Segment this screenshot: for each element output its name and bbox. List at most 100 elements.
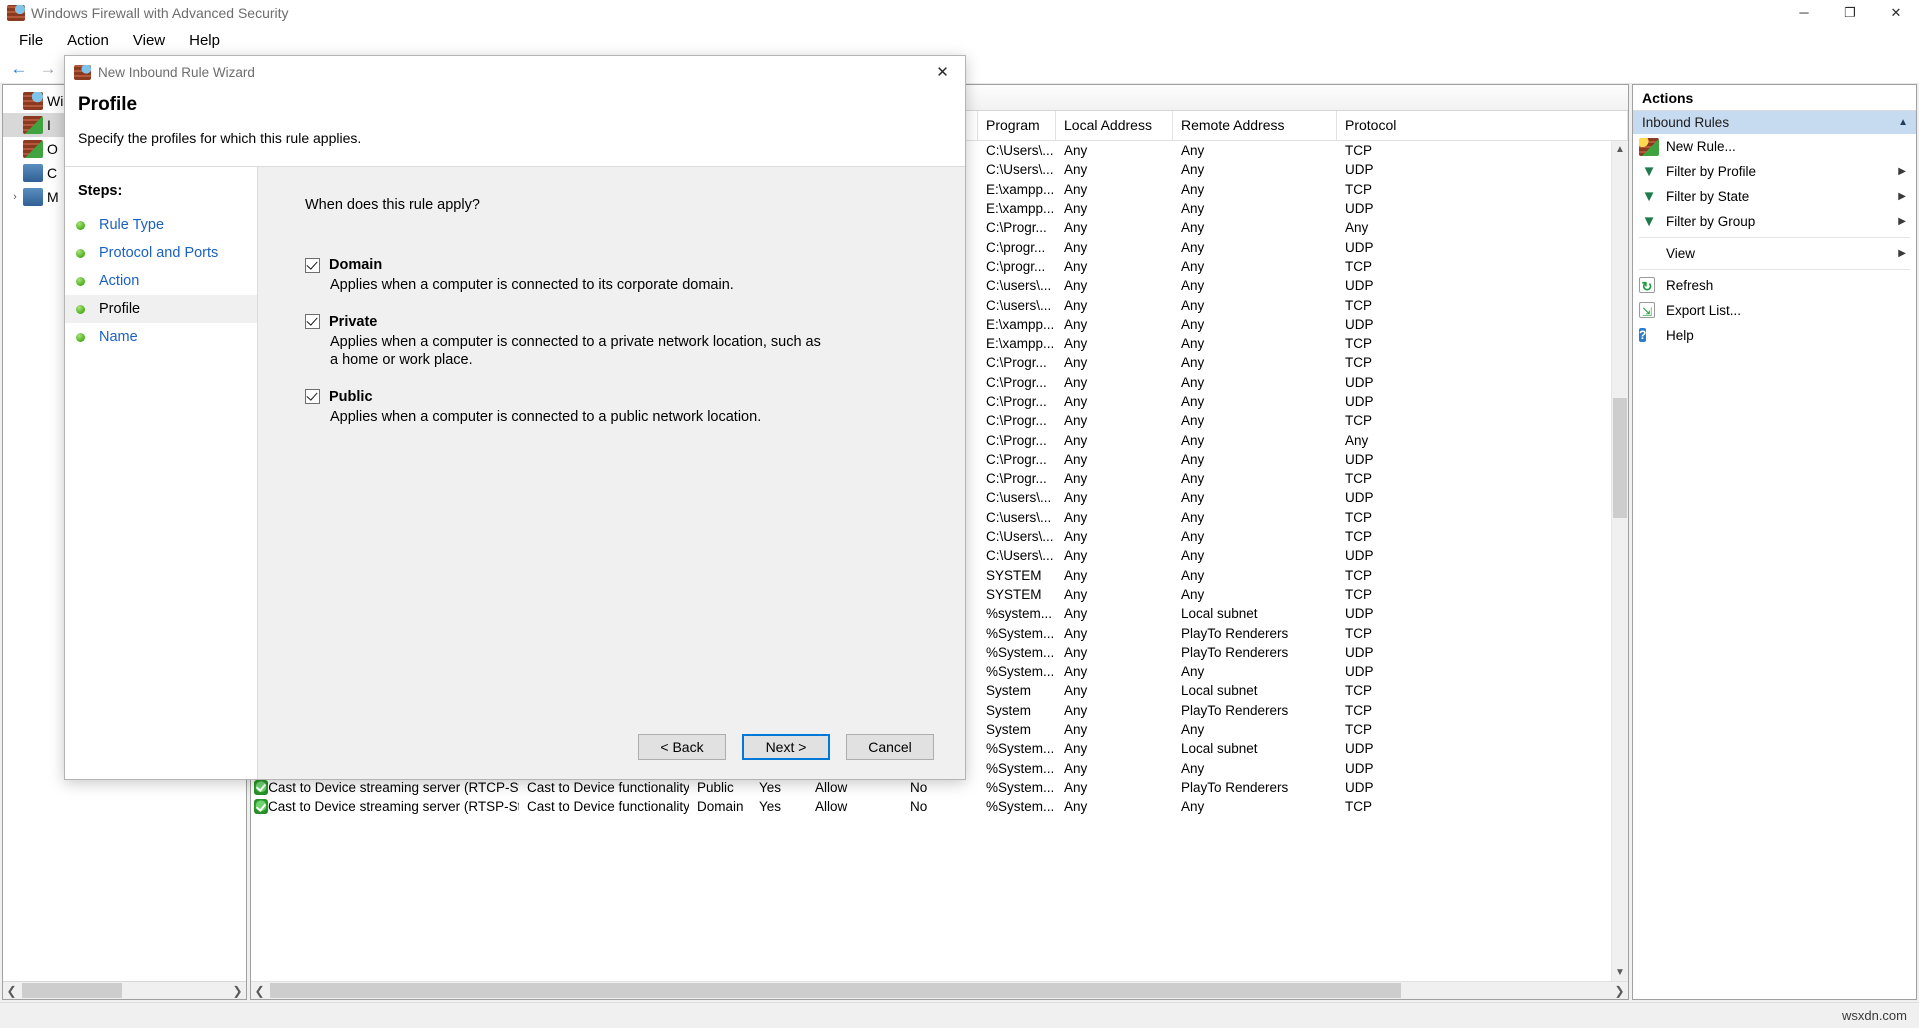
cell-protocol: TCP — [1345, 799, 1372, 815]
cell-local-address: Any — [1064, 239, 1088, 255]
domain-checkbox[interactable] — [305, 257, 320, 273]
checkbox-row-private[interactable]: Private — [305, 314, 929, 330]
wizard-step-action[interactable]: Action — [65, 267, 257, 295]
table-row[interactable]: Cast to Device streaming server (RTCP-St… — [251, 778, 1611, 797]
private-checkbox-label: Private — [329, 313, 378, 330]
cell-remote-address: PlayTo Renderers — [1181, 625, 1289, 641]
column-header-local-address[interactable]: Local Address — [1056, 111, 1173, 140]
wizard-header: Profile Specify the profiles for which t… — [65, 88, 965, 166]
tree-scroll-thumb[interactable] — [22, 983, 122, 998]
actions-group-inbound-rules[interactable]: Inbound Rules ▲ — [1633, 111, 1916, 134]
list-scroll-thumb[interactable] — [1613, 398, 1627, 518]
scroll-right-icon[interactable]: ❯ — [1611, 984, 1628, 998]
list-horizontal-scrollbar[interactable]: ❮ ❯ — [251, 981, 1628, 999]
cell-protocol: UDP — [1345, 490, 1374, 506]
checkbox-row-public[interactable]: Public — [305, 389, 929, 405]
cell-local-address: Any — [1064, 702, 1088, 718]
tree-horizontal-scrollbar[interactable]: ❮ ❯ — [3, 981, 246, 999]
wizard-step-profile[interactable]: Profile — [65, 295, 257, 323]
chevron-right-icon[interactable]: ▶ — [1898, 216, 1916, 227]
window-titlebar: Windows Firewall with Advanced Security … — [0, 0, 1919, 26]
menu-view[interactable]: View — [121, 29, 177, 52]
wizard-step-name[interactable]: Name — [65, 323, 257, 351]
allow-rule-icon — [254, 799, 269, 815]
cell-local-address: Any — [1064, 201, 1088, 217]
wizard-body: Steps: Rule Type Protocol and Ports Acti… — [65, 166, 965, 779]
action-view[interactable]: View ▶ — [1633, 241, 1916, 266]
public-checkbox[interactable] — [305, 389, 320, 405]
scroll-down-icon[interactable]: ▼ — [1612, 964, 1628, 981]
chevron-right-icon[interactable]: ▶ — [1898, 191, 1916, 202]
chevron-right-icon[interactable]: ▶ — [1898, 166, 1916, 177]
cell-program: E:\xampp... — [986, 336, 1055, 352]
cell-local-address: Any — [1064, 586, 1088, 602]
cell-local-address: Any — [1064, 509, 1088, 525]
wizard-content-panel: When does this rule apply? Domain Applie… — [258, 167, 965, 779]
cell-action: Allow — [815, 799, 848, 815]
scroll-left-icon[interactable]: ❮ — [3, 984, 20, 998]
minimize-button[interactable]: ─ — [1781, 0, 1827, 26]
arrow-left-icon: ← — [10, 59, 28, 78]
maximize-button[interactable]: ❐ — [1827, 0, 1873, 26]
wizard-step-rule-type[interactable]: Rule Type — [65, 211, 257, 239]
table-row[interactable]: Cast to Device streaming server (RTSP-St… — [251, 797, 1611, 816]
scroll-up-icon[interactable]: ▲ — [1612, 141, 1628, 158]
chevron-right-icon[interactable]: › — [7, 191, 23, 203]
wizard-step-label: Protocol and Ports — [99, 245, 219, 261]
list-hscroll-track[interactable] — [268, 982, 1611, 999]
wizard-step-protocol-and-ports[interactable]: Protocol and Ports — [65, 239, 257, 267]
action-new-rule[interactable]: New Rule... — [1633, 134, 1916, 159]
cell-remote-address: Any — [1181, 490, 1205, 506]
wizard-close-button[interactable]: ✕ — [920, 56, 965, 88]
private-checkbox[interactable] — [305, 314, 320, 330]
list-vertical-scrollbar[interactable]: ▲ ▼ — [1611, 141, 1628, 981]
cell-protocol: UDP — [1345, 162, 1374, 178]
action-export-list[interactable]: ⇲ Export List... — [1633, 298, 1916, 323]
menu-file[interactable]: File — [7, 29, 55, 52]
cell-program: C:\Users\... — [986, 162, 1054, 178]
back-button[interactable]: < Back — [638, 734, 726, 760]
column-header-protocol[interactable]: Protocol — [1337, 111, 1628, 140]
cell-protocol: Any — [1345, 220, 1369, 236]
cell-protocol: UDP — [1345, 644, 1374, 660]
action-help[interactable]: ? Help — [1633, 323, 1916, 348]
cell-program: E:\xampp... — [986, 201, 1055, 217]
actions-pane-title: Actions — [1633, 85, 1916, 111]
cell-local-address: Any — [1064, 394, 1088, 409]
navigate-forward-button[interactable]: → — [34, 56, 62, 82]
cell-local-address: Any — [1064, 606, 1088, 622]
cell-local-address: Any — [1064, 471, 1088, 487]
scroll-right-icon[interactable]: ❯ — [229, 984, 246, 998]
scroll-left-icon[interactable]: ❮ — [251, 984, 268, 998]
cell-remote-address: Any — [1181, 548, 1205, 564]
navigate-back-button[interactable]: ← — [5, 56, 33, 82]
action-filter-by-profile[interactable]: ▼ Filter by Profile ▶ — [1633, 159, 1916, 184]
close-button[interactable]: ✕ — [1873, 0, 1919, 26]
column-header-remote-address[interactable]: Remote Address — [1173, 111, 1337, 140]
cell-program: C:\users\... — [986, 509, 1052, 525]
chevron-up-icon[interactable]: ▲ — [1898, 117, 1908, 128]
tree-scroll-track[interactable] — [20, 982, 229, 999]
checkbox-row-domain[interactable]: Domain — [305, 257, 929, 273]
sidebar-item-label: I — [47, 117, 51, 133]
cell-remote-address: Any — [1181, 722, 1205, 738]
list-hscroll-thumb[interactable] — [270, 983, 1401, 998]
action-refresh[interactable]: ↻ Refresh — [1633, 273, 1916, 298]
cell-local-address: Any — [1064, 722, 1088, 738]
action-filter-by-group[interactable]: ▼ Filter by Group ▶ — [1633, 209, 1916, 234]
list-scroll-track[interactable] — [1612, 158, 1628, 964]
menu-help[interactable]: Help — [177, 29, 232, 52]
next-button[interactable]: Next > — [742, 734, 830, 760]
column-header-program[interactable]: Program — [978, 111, 1056, 140]
cell-remote-address: Local subnet — [1181, 683, 1258, 699]
cancel-button[interactable]: Cancel — [846, 734, 934, 760]
cell-program: %System... — [986, 741, 1055, 757]
cell-program: %System... — [986, 644, 1055, 660]
cell-local-address: Any — [1064, 644, 1088, 660]
wizard-title: New Inbound Rule Wizard — [98, 64, 255, 80]
inbound-rules-icon — [23, 116, 43, 134]
cell-program: C:\progr... — [986, 239, 1046, 255]
menu-action[interactable]: Action — [55, 29, 121, 52]
action-filter-by-state[interactable]: ▼ Filter by State ▶ — [1633, 184, 1916, 209]
chevron-right-icon[interactable]: ▶ — [1898, 248, 1916, 259]
